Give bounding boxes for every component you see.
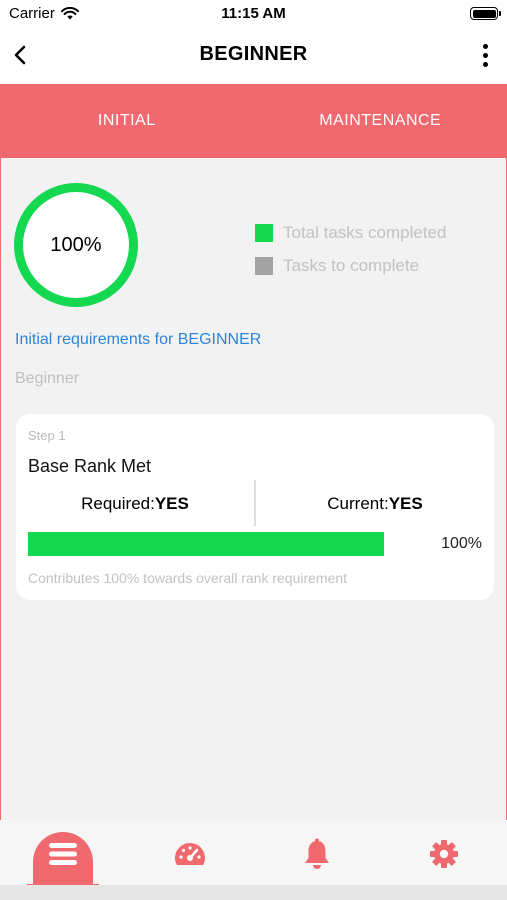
legend-label-remaining: Tasks to complete bbox=[283, 255, 420, 275]
tab-maintenance[interactable]: MAINTENANCE bbox=[254, 84, 507, 158]
progress-ring-percent: 100% bbox=[50, 233, 102, 256]
more-options-button[interactable] bbox=[475, 40, 495, 70]
required-value: YES bbox=[154, 494, 189, 513]
current-label: Current: bbox=[327, 494, 389, 513]
requirement-percent: 100% bbox=[441, 535, 482, 552]
tabbar-item-list[interactable] bbox=[0, 820, 126, 894]
legend-swatch-remaining bbox=[255, 256, 273, 275]
rank-name: Beginner bbox=[15, 370, 80, 387]
tabbar-item-settings[interactable] bbox=[381, 820, 507, 888]
contribution-note: Contributes 100% towards overall rank re… bbox=[28, 570, 348, 586]
page-title: BEGINNER bbox=[199, 43, 308, 65]
legend-item-remaining: Tasks to complete bbox=[255, 249, 446, 282]
speedometer-icon bbox=[175, 843, 205, 865]
requirements-link[interactable]: Initial requirements for BEGINNER bbox=[15, 331, 261, 349]
bell-icon bbox=[305, 838, 329, 869]
requirement-progress-bar bbox=[28, 532, 384, 556]
gear-icon bbox=[430, 840, 458, 868]
status-bar: Carrier 11:15 AM bbox=[0, 0, 507, 30]
required-status: Required:YES bbox=[16, 494, 254, 514]
required-label: Required: bbox=[81, 494, 155, 513]
clock: 11:15 AM bbox=[221, 5, 286, 22]
current-status: Current:YES bbox=[256, 494, 494, 514]
current-value: YES bbox=[388, 494, 423, 513]
progress-legend: Total tasks completed Tasks to complete bbox=[255, 216, 446, 282]
tabbar-item-notifications[interactable] bbox=[254, 820, 380, 888]
segment-tabs: INITIAL MAINTENANCE bbox=[0, 84, 507, 158]
battery-icon bbox=[470, 7, 501, 20]
requirement-progress-fill bbox=[28, 532, 384, 556]
main-content: 100% Total tasks completed Tasks to comp… bbox=[0, 158, 507, 820]
progress-ring: 100% bbox=[14, 183, 138, 307]
navigation-bar: BEGINNER bbox=[0, 30, 507, 84]
tabbar-item-dashboard[interactable] bbox=[127, 820, 253, 888]
requirement-name: Base Rank Met bbox=[28, 456, 152, 476]
home-indicator-area bbox=[0, 885, 507, 900]
legend-item-completed: Total tasks completed bbox=[255, 216, 446, 249]
more-dots-icon bbox=[482, 43, 488, 49]
back-button[interactable] bbox=[6, 39, 34, 71]
requirement-card: Step 1 Base Rank Met Required:YES Curren… bbox=[16, 414, 494, 600]
legend-label-completed: Total tasks completed bbox=[283, 222, 447, 242]
list-icon bbox=[49, 843, 77, 865]
tab-initial[interactable]: INITIAL bbox=[0, 84, 254, 158]
step-label: Step 1 bbox=[28, 428, 66, 443]
legend-swatch-completed bbox=[255, 223, 273, 242]
chevron-left-icon bbox=[14, 45, 26, 65]
